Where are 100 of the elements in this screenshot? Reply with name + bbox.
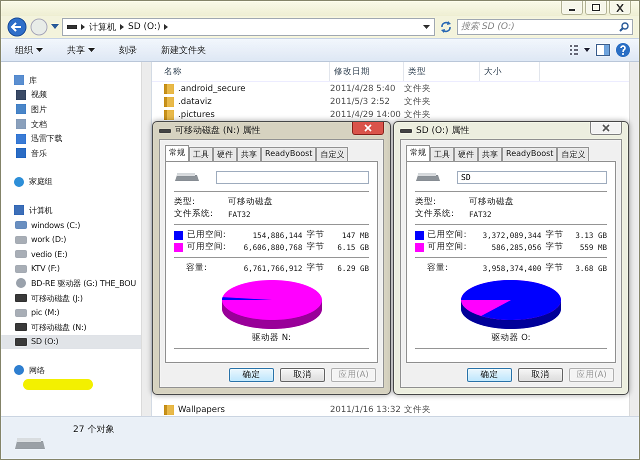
file-type: 文件夹 — [404, 82, 432, 94]
drive-folder-icon — [15, 148, 27, 158]
chevron-icon[interactable] — [120, 24, 124, 30]
chevron-icon[interactable] — [164, 24, 168, 30]
close-icon[interactable] — [602, 124, 610, 132]
maximize-icon[interactable] — [591, 4, 601, 12]
sidebar-item[interactable]: 库 — [1, 73, 141, 88]
sidebar-item[interactable]: work (D:) — [1, 232, 141, 247]
close-button[interactable] — [352, 122, 384, 135]
tab[interactable]: 常规 — [165, 145, 189, 161]
drive-folder-icon — [15, 293, 27, 304]
field-label: 文件系统: — [174, 208, 214, 220]
sidebar-item[interactable]: windows (C:) — [1, 218, 141, 232]
drive-folder-icon — [15, 308, 27, 318]
toolbar-button[interactable]: 新建文件夹 — [155, 42, 212, 58]
breadcrumb[interactable]: 计算机 — [89, 20, 116, 34]
sidebar-item[interactable]: 迅雷下载 — [1, 131, 141, 146]
unit-label: 字节 — [305, 229, 326, 241]
caret-icon[interactable] — [88, 48, 95, 52]
search-field[interactable]: 搜索 SD (O:) — [457, 19, 633, 35]
unit-label: 字节 — [305, 262, 326, 274]
drive-folder-icon — [15, 322, 27, 332]
tab[interactable]: 工具 — [430, 147, 454, 161]
scrollbar[interactable] — [629, 62, 639, 416]
file-row[interactable]: .pictures 2011/4/29 14:00 文件夹 — [164, 108, 629, 121]
column-header[interactable]: 修改日期 — [330, 62, 404, 81]
tab[interactable]: 硬件 — [454, 147, 478, 161]
file-row[interactable]: .android_secure 2011/4/28 5:40 文件夹 — [164, 82, 629, 95]
space-label: 可用空间: — [186, 241, 227, 253]
maximize-button[interactable] — [585, 1, 607, 15]
tab[interactable]: 共享 — [478, 147, 502, 161]
field-value: 可移动磁盘 — [228, 196, 273, 208]
address-bar[interactable]: 计算机 SD (O:) — [62, 18, 435, 36]
sidebar-item[interactable]: BD-RE 驱动器 (G:) THE_BOU — [1, 276, 141, 291]
unit-label: 字节 — [544, 241, 564, 253]
sidebar-item[interactable]: 视频 — [1, 88, 141, 102]
sidebar-item[interactable]: SD (O:) — [1, 334, 141, 350]
sidebar-item[interactable]: vedio (E:) — [1, 246, 141, 262]
file-date: 2011/4/28 5:40 — [330, 84, 396, 94]
drive-folder-icon — [15, 264, 27, 274]
back-button[interactable] — [7, 17, 27, 37]
history-dropdown-icon[interactable] — [51, 24, 59, 30]
file-row[interactable]: Wallpapers 2011/1/16 13:32 文件夹 — [164, 403, 629, 416]
toolbar-button[interactable]: 共享 — [61, 42, 101, 58]
scrollbar[interactable] — [141, 62, 151, 416]
close-button[interactable] — [609, 1, 631, 15]
redaction-mark — [23, 379, 93, 390]
file-type: 文件夹 — [404, 108, 432, 120]
column-header[interactable]: 类型 — [404, 62, 480, 81]
sidebar-item[interactable]: 图片 — [1, 102, 141, 117]
refresh-icon[interactable] — [438, 19, 454, 35]
tab[interactable]: ReadyBoost — [502, 147, 558, 161]
drive-name-field[interactable]: SD — [457, 170, 607, 184]
sidebar-item[interactable]: KTV (F:) — [1, 262, 141, 276]
file-name: .android_secure — [178, 84, 246, 94]
drive-label: 驱动器 O: — [491, 332, 531, 344]
dialog-button[interactable]: 取消 — [518, 368, 563, 382]
dialog-button[interactable]: 确定 — [229, 368, 274, 382]
tab[interactable]: 常规 — [406, 145, 430, 161]
sidebar-item[interactable]: 音乐 — [1, 146, 141, 161]
tab[interactable]: 自定义 — [316, 147, 348, 161]
capacity-label: 容量: — [185, 262, 208, 274]
sidebar-item[interactable]: 家庭组 — [1, 174, 141, 190]
tab[interactable]: 共享 — [237, 147, 261, 161]
help-icon[interactable] — [615, 42, 631, 58]
column-header[interactable]: 大小 — [480, 62, 540, 81]
file-name: .pictures — [178, 110, 215, 120]
sidebar-item[interactable]: pic (M:) — [1, 305, 141, 320]
folder-icon — [164, 109, 174, 120]
tab[interactable]: 硬件 — [213, 147, 237, 161]
dialog-button[interactable]: 取消 — [280, 368, 325, 382]
tab[interactable]: 工具 — [189, 147, 213, 161]
column-header[interactable]: 名称 — [160, 62, 330, 81]
object-count: 27 个对象 — [73, 424, 114, 436]
dialog-title: SD (O:) 属性 — [416, 124, 470, 137]
minimize-button[interactable] — [561, 1, 583, 15]
sidebar-item[interactable]: 可移动磁盘 (J:) — [1, 290, 141, 306]
sidebar-item[interactable]: 网络 — [1, 363, 141, 378]
drive-name-field[interactable] — [216, 170, 369, 184]
breadcrumb[interactable]: SD (O:) — [128, 22, 160, 32]
toolbar-button[interactable]: 组织 — [9, 42, 49, 58]
view-options-icon[interactable] — [569, 43, 591, 57]
folder-icon — [164, 96, 174, 107]
tab[interactable]: ReadyBoost — [261, 147, 316, 161]
dropdown-icon[interactable] — [423, 24, 430, 30]
tab[interactable]: 自定义 — [557, 147, 590, 161]
drive-folder-icon — [13, 205, 25, 216]
file-row[interactable]: .dataviz 2011/5/3 2:52 文件夹 — [164, 95, 629, 108]
close-icon[interactable] — [615, 4, 625, 12]
sidebar-item[interactable]: 计算机 — [1, 203, 141, 218]
dialog-button[interactable]: 确定 — [467, 368, 512, 382]
chevron-icon[interactable] — [81, 24, 85, 30]
file-date: 2011/1/16 13:32 — [330, 404, 402, 414]
caret-icon[interactable] — [36, 48, 43, 52]
drive-folder-icon — [15, 336, 27, 347]
sidebar-item[interactable]: 可移动磁盘 (N:) — [1, 320, 141, 334]
preview-pane-icon[interactable] — [595, 43, 611, 57]
toolbar-button[interactable]: 刻录 — [113, 42, 143, 58]
close-button[interactable] — [590, 122, 622, 135]
sidebar-item[interactable]: 文档 — [1, 116, 141, 132]
